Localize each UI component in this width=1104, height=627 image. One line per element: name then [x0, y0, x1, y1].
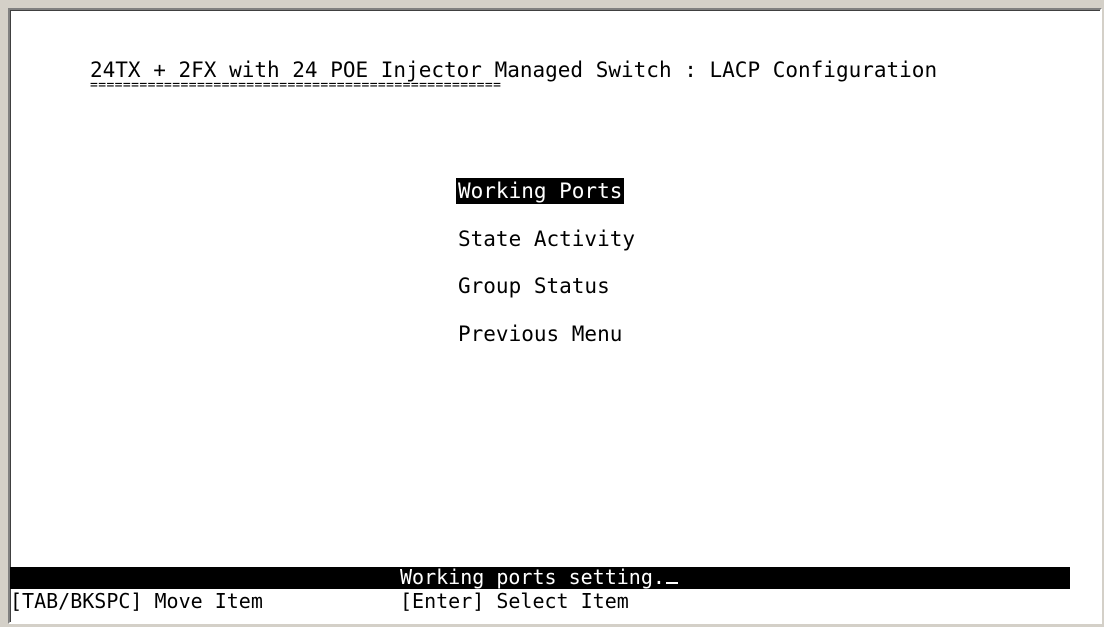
help-move-item: [TAB/BKSPC] Move Item [10, 589, 263, 613]
status-message: Working ports setting. [400, 565, 665, 589]
menu-item-group-status[interactable]: Group Status [456, 273, 612, 299]
status-message-wrap: Working ports setting. [400, 566, 678, 588]
terminal-window: 24TX + 2FX with 24 POE Injector Managed … [8, 8, 1102, 624]
help-select-item: [Enter] Select Item [400, 589, 629, 613]
text-cursor [665, 582, 678, 584]
title-underline: ========================================… [90, 78, 502, 93]
menu-item-working-ports[interactable]: Working Ports [456, 178, 625, 204]
status-bar: Working ports setting. [10, 566, 1070, 589]
menu-item-state-activity[interactable]: State Activity [456, 226, 637, 252]
menu-item-previous-menu[interactable]: Previous Menu [456, 321, 624, 347]
